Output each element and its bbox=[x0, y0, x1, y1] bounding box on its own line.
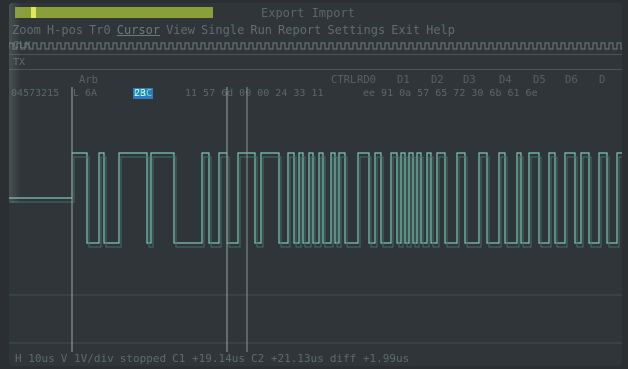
status-v: V 1V/div bbox=[60, 352, 114, 365]
screen-glare bbox=[9, 3, 21, 203]
can-trace-shadow bbox=[11, 156, 622, 248]
status-bar: H 10us V 1V/div stopped C1 +19.14us C2 +… bbox=[9, 352, 622, 366]
status-state: stopped bbox=[119, 352, 167, 365]
status-h: H 10us bbox=[15, 352, 55, 365]
status-diff: diff +1.99us bbox=[329, 352, 410, 365]
oscilloscope-screen: Export Import Zoom H-pos Tr0 Cursor View… bbox=[9, 3, 622, 366]
can-waveform bbox=[9, 152, 622, 248]
grid bbox=[9, 294, 622, 344]
waveform-area bbox=[9, 42, 622, 352]
clock-trace bbox=[9, 42, 622, 50]
status-c1: C1 +19.14us bbox=[172, 352, 245, 365]
status-c2: C2 +21.13us bbox=[250, 352, 324, 365]
clock-waveform bbox=[9, 42, 622, 50]
